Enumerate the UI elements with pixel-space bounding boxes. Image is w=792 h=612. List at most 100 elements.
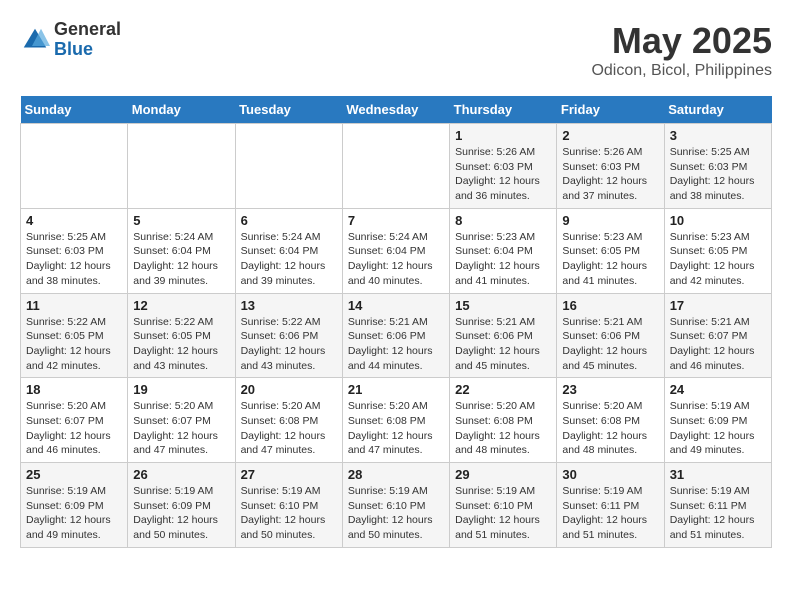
day-number: 16 [562,298,658,313]
header-row: SundayMondayTuesdayWednesdayThursdayFrid… [21,96,772,124]
day-info: Sunrise: 5:20 AM Sunset: 6:08 PM Dayligh… [562,399,658,458]
logo-icon [20,25,50,55]
calendar-cell: 30 Sunrise: 5:19 AM Sunset: 6:11 PM Dayli… [557,463,664,548]
day-number: 9 [562,213,658,228]
day-info: Sunrise: 5:22 AM Sunset: 6:05 PM Dayligh… [133,315,229,374]
header-day: Wednesday [342,96,449,124]
day-number: 7 [348,213,444,228]
calendar-cell: 31 Sunrise: 5:19 AM Sunset: 6:11 PM Dayli… [664,463,771,548]
day-info: Sunrise: 5:20 AM Sunset: 6:07 PM Dayligh… [26,399,122,458]
calendar-cell [128,124,235,209]
day-number: 5 [133,213,229,228]
day-number: 8 [455,213,551,228]
logo-text: General Blue [54,20,121,60]
day-info: Sunrise: 5:21 AM Sunset: 6:06 PM Dayligh… [455,315,551,374]
header-day: Monday [128,96,235,124]
calendar-cell: 21Sunrise: 5:20 AM Sunset: 6:08 PM Dayli… [342,378,449,463]
calendar-cell: 15 Sunrise: 5:21 AM Sunset: 6:06 PM Dayli… [450,293,557,378]
day-number: 28 [348,467,444,482]
day-info: Sunrise: 5:23 AM Sunset: 6:05 PM Dayligh… [670,230,766,289]
calendar-cell: 6 Sunrise: 5:24 AM Sunset: 6:04 PM Daylig… [235,208,342,293]
calendar-cell [342,124,449,209]
day-info: Sunrise: 5:26 AM Sunset: 6:03 PM Dayligh… [455,145,551,204]
day-info: Sunrise: 5:20 AM Sunset: 6:08 PM Dayligh… [455,399,551,458]
calendar-cell [21,124,128,209]
day-number: 22 [455,382,551,397]
day-number: 24 [670,382,766,397]
day-info: Sunrise: 5:21 AM Sunset: 6:06 PM Dayligh… [562,315,658,374]
calendar-week-row: 18 Sunrise: 5:20 AM Sunset: 6:07 PM Dayli… [21,378,772,463]
logo-blue: Blue [54,40,121,60]
day-number: 20 [241,382,337,397]
day-number: 17 [670,298,766,313]
day-info: Sunrise: 5:20 AM Sunset: 6:07 PM Dayligh… [133,399,229,458]
day-info: Sunrise: 5:25 AM Sunset: 6:03 PM Dayligh… [670,145,766,204]
main-title: May 2025 [591,20,772,62]
day-info: Sunrise: 5:19 AM Sunset: 6:10 PM Dayligh… [348,484,444,543]
calendar-cell: 5Sunrise: 5:24 AM Sunset: 6:04 PM Daylig… [128,208,235,293]
day-info: Sunrise: 5:19 AM Sunset: 6:09 PM Dayligh… [670,399,766,458]
day-number: 23 [562,382,658,397]
logo: General Blue [20,20,121,60]
calendar-cell: 14Sunrise: 5:21 AM Sunset: 6:06 PM Dayli… [342,293,449,378]
day-info: Sunrise: 5:19 AM Sunset: 6:09 PM Dayligh… [26,484,122,543]
header-day: Thursday [450,96,557,124]
calendar-cell: 27 Sunrise: 5:19 AM Sunset: 6:10 PM Dayli… [235,463,342,548]
calendar-cell: 4 Sunrise: 5:25 AM Sunset: 6:03 PM Daylig… [21,208,128,293]
day-info: Sunrise: 5:20 AM Sunset: 6:08 PM Dayligh… [348,399,444,458]
calendar-week-row: 1Sunrise: 5:26 AM Sunset: 6:03 PM Daylig… [21,124,772,209]
day-info: Sunrise: 5:24 AM Sunset: 6:04 PM Dayligh… [348,230,444,289]
calendar-cell: 26Sunrise: 5:19 AM Sunset: 6:09 PM Dayli… [128,463,235,548]
day-number: 4 [26,213,122,228]
day-info: Sunrise: 5:21 AM Sunset: 6:06 PM Dayligh… [348,315,444,374]
day-number: 19 [133,382,229,397]
calendar-cell: 29Sunrise: 5:19 AM Sunset: 6:10 PM Dayli… [450,463,557,548]
calendar-cell: 19 Sunrise: 5:20 AM Sunset: 6:07 PM Dayli… [128,378,235,463]
day-number: 6 [241,213,337,228]
day-info: Sunrise: 5:22 AM Sunset: 6:06 PM Dayligh… [241,315,337,374]
calendar-cell: 20Sunrise: 5:20 AM Sunset: 6:08 PM Dayli… [235,378,342,463]
day-number: 3 [670,128,766,143]
calendar-cell: 11Sunrise: 5:22 AM Sunset: 6:05 PM Dayli… [21,293,128,378]
calendar-cell: 7 Sunrise: 5:24 AM Sunset: 6:04 PM Daylig… [342,208,449,293]
day-number: 10 [670,213,766,228]
calendar-cell: 13 Sunrise: 5:22 AM Sunset: 6:06 PM Dayli… [235,293,342,378]
day-info: Sunrise: 5:25 AM Sunset: 6:03 PM Dayligh… [26,230,122,289]
day-number: 2 [562,128,658,143]
calendar-cell: 12 Sunrise: 5:22 AM Sunset: 6:05 PM Dayli… [128,293,235,378]
day-info: Sunrise: 5:19 AM Sunset: 6:11 PM Dayligh… [670,484,766,543]
header-day: Tuesday [235,96,342,124]
day-number: 31 [670,467,766,482]
day-number: 15 [455,298,551,313]
subtitle: Odicon, Bicol, Philippines [591,62,772,80]
calendar-header: SundayMondayTuesdayWednesdayThursdayFrid… [21,96,772,124]
day-number: 12 [133,298,229,313]
calendar-week-row: 25Sunrise: 5:19 AM Sunset: 6:09 PM Dayli… [21,463,772,548]
calendar-table: SundayMondayTuesdayWednesdayThursdayFrid… [20,96,772,548]
calendar-cell: 28 Sunrise: 5:19 AM Sunset: 6:10 PM Dayli… [342,463,449,548]
calendar-week-row: 11Sunrise: 5:22 AM Sunset: 6:05 PM Dayli… [21,293,772,378]
calendar-cell: 2 Sunrise: 5:26 AM Sunset: 6:03 PM Daylig… [557,124,664,209]
day-number: 29 [455,467,551,482]
day-number: 27 [241,467,337,482]
day-number: 26 [133,467,229,482]
day-info: Sunrise: 5:23 AM Sunset: 6:04 PM Dayligh… [455,230,551,289]
calendar-cell: 25Sunrise: 5:19 AM Sunset: 6:09 PM Dayli… [21,463,128,548]
page-header: General Blue May 2025 Odicon, Bicol, Phi… [20,20,772,80]
calendar-cell: 10 Sunrise: 5:23 AM Sunset: 6:05 PM Dayli… [664,208,771,293]
calendar-cell: 18 Sunrise: 5:20 AM Sunset: 6:07 PM Dayli… [21,378,128,463]
calendar-cell: 22 Sunrise: 5:20 AM Sunset: 6:08 PM Dayli… [450,378,557,463]
calendar-cell: 9Sunrise: 5:23 AM Sunset: 6:05 PM Daylig… [557,208,664,293]
day-number: 30 [562,467,658,482]
calendar-cell: 16 Sunrise: 5:21 AM Sunset: 6:06 PM Dayli… [557,293,664,378]
header-day: Sunday [21,96,128,124]
day-info: Sunrise: 5:21 AM Sunset: 6:07 PM Dayligh… [670,315,766,374]
day-info: Sunrise: 5:19 AM Sunset: 6:10 PM Dayligh… [241,484,337,543]
header-day: Saturday [664,96,771,124]
day-info: Sunrise: 5:24 AM Sunset: 6:04 PM Dayligh… [241,230,337,289]
day-number: 18 [26,382,122,397]
day-number: 13 [241,298,337,313]
day-info: Sunrise: 5:19 AM Sunset: 6:11 PM Dayligh… [562,484,658,543]
calendar-cell [235,124,342,209]
day-info: Sunrise: 5:26 AM Sunset: 6:03 PM Dayligh… [562,145,658,204]
